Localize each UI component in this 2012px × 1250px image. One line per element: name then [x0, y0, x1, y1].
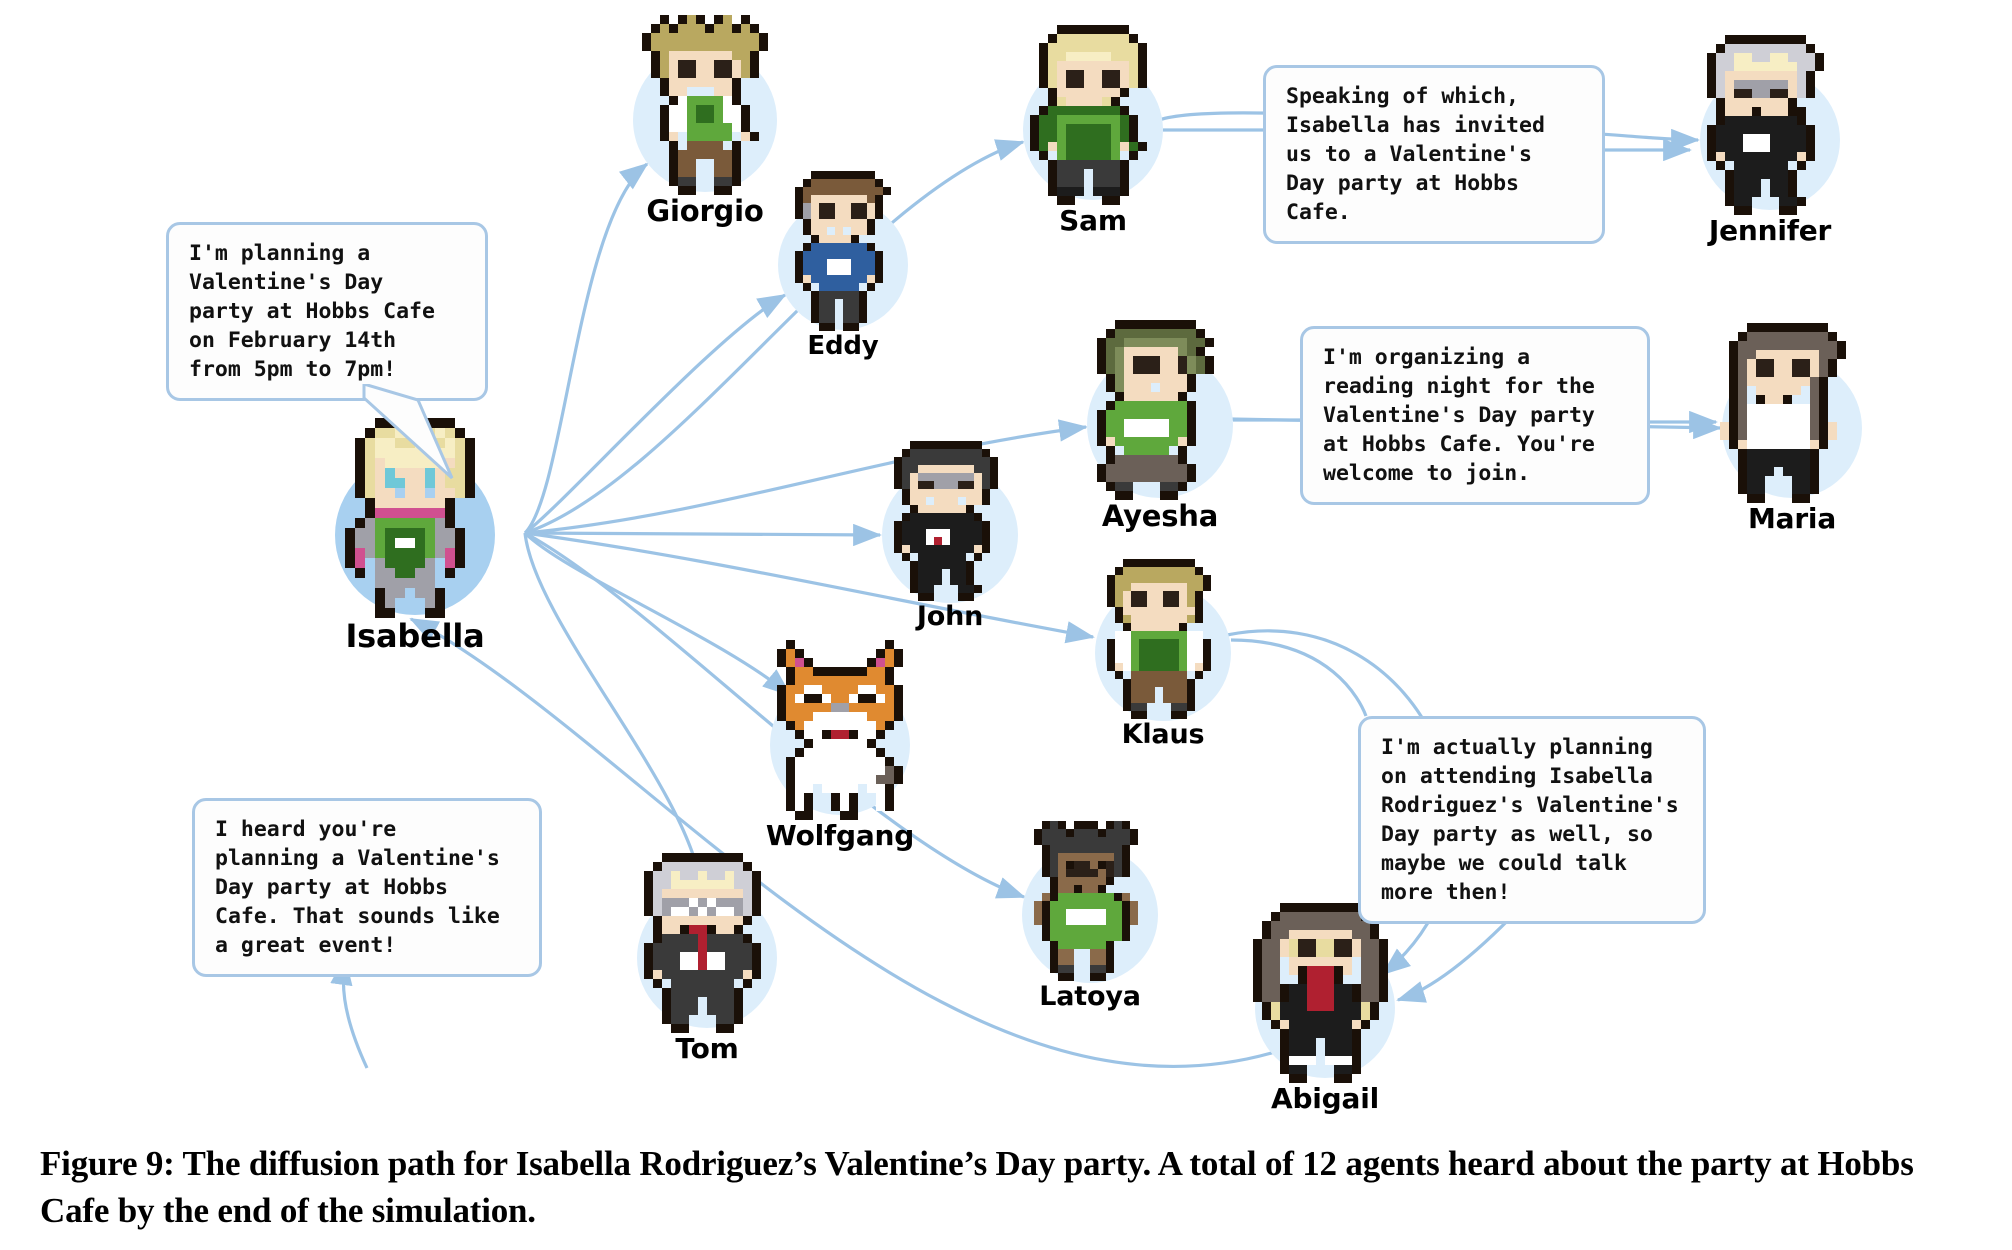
agent-node-giorgio[interactable]: Giorgio	[633, 14, 777, 225]
diffusion-path-figure: Isabella Giorgio Eddy Sam Jennifer Ayesha Mari…	[0, 0, 2012, 1250]
agent-sprite-giorgio-icon	[633, 14, 777, 195]
agent-label-ayesha: Ayesha	[1101, 498, 1219, 533]
agent-sprite-sam-icon	[1021, 25, 1165, 205]
agent-sprite-wolfgang-icon	[768, 640, 912, 820]
agent-sprite-abigail-icon	[1253, 903, 1397, 1083]
edge-isabella-to-eddy	[524, 293, 787, 535]
agent-sprite-maria-icon	[1720, 323, 1864, 503]
agent-sprite-john-icon	[886, 440, 1014, 601]
edge-isabella-to-tom	[523, 532, 709, 888]
bubble-isabella-plan-text: I'm planning a Valentine's Day party at …	[189, 241, 435, 382]
bubble-sam-to-jennifer-text: Speaking of which, Isabella has invited …	[1286, 84, 1545, 225]
bubble-ayesha-to-maria: I'm organizing a reading night for the V…	[1300, 326, 1650, 505]
agent-node-abigail[interactable]: Abigail	[1253, 903, 1397, 1113]
agent-node-klaus[interactable]: Klaus	[1095, 558, 1231, 748]
agent-sprite-tom-icon	[635, 853, 779, 1033]
connector-klaus-bubble	[1230, 638, 1368, 717]
edge-isabella-to-john	[524, 523, 882, 547]
agent-label-john: John	[916, 600, 984, 632]
agent-label-tom: Tom	[675, 1032, 739, 1065]
agent-node-latoya[interactable]: Latoya	[1022, 820, 1158, 1010]
agent-node-wolfgang[interactable]: Wolfgang	[766, 640, 914, 850]
agent-sprite-isabella-icon	[335, 418, 495, 618]
agent-label-latoya: Latoya	[1039, 980, 1141, 1012]
bubble-abigail-to-isabella-text: I heard you're planning a Valentine's Da…	[215, 817, 500, 958]
agent-node-sam[interactable]: Sam	[1021, 25, 1165, 235]
agent-label-eddy: Eddy	[807, 331, 879, 361]
agent-label-sam: Sam	[1059, 204, 1127, 237]
bubble-isabella-plan: I'm planning a Valentine's Day party at …	[166, 222, 488, 401]
agent-label-wolfgang: Wolfgang	[765, 819, 915, 852]
bubble-ayesha-to-maria-text: I'm organizing a reading night for the V…	[1323, 345, 1595, 486]
agent-sprite-ayesha-icon	[1088, 319, 1232, 500]
agent-node-tom[interactable]: Tom	[635, 853, 779, 1063]
figure-caption: Figure 9: The diffusion path for Isabell…	[40, 1144, 1914, 1230]
agent-label-isabella: Isabella	[345, 617, 485, 655]
agent-node-ayesha[interactable]: Ayesha	[1087, 319, 1233, 530]
agent-label-maria: Maria	[1747, 502, 1837, 535]
agent-node-eddy[interactable]: Eddy	[778, 171, 908, 359]
bubble-klaus-to-abigail-text: I'm actually planning on attending Isabe…	[1381, 735, 1679, 905]
agent-label-abigail: Abigail	[1270, 1082, 1380, 1115]
agent-node-isabella[interactable]: Isabella	[335, 418, 495, 652]
bubble-abigail-to-isabella: I heard you're planning a Valentine's Da…	[192, 798, 542, 977]
bubble-sam-to-jennifer: Speaking of which, Isabella has invited …	[1263, 65, 1605, 244]
edge-isabella-to-giorgio	[523, 162, 649, 535]
bubble-klaus-to-abigail: I'm actually planning on attending Isabe…	[1358, 716, 1706, 924]
edge-isabella-to-wolfgang	[523, 531, 792, 697]
agent-label-jennifer: Jennifer	[1708, 214, 1832, 247]
agent-node-jennifer[interactable]: Jennifer	[1698, 35, 1842, 245]
agent-label-giorgio: Giorgio	[646, 193, 764, 228]
agent-node-john[interactable]: John	[882, 440, 1018, 630]
agent-label-klaus: Klaus	[1121, 718, 1205, 750]
agent-node-maria[interactable]: Maria	[1720, 323, 1864, 533]
agent-sprite-latoya-icon	[1026, 820, 1154, 981]
agent-sprite-jennifer-icon	[1698, 35, 1842, 215]
agent-sprite-eddy-icon	[779, 171, 907, 331]
agent-sprite-klaus-icon	[1099, 558, 1227, 719]
